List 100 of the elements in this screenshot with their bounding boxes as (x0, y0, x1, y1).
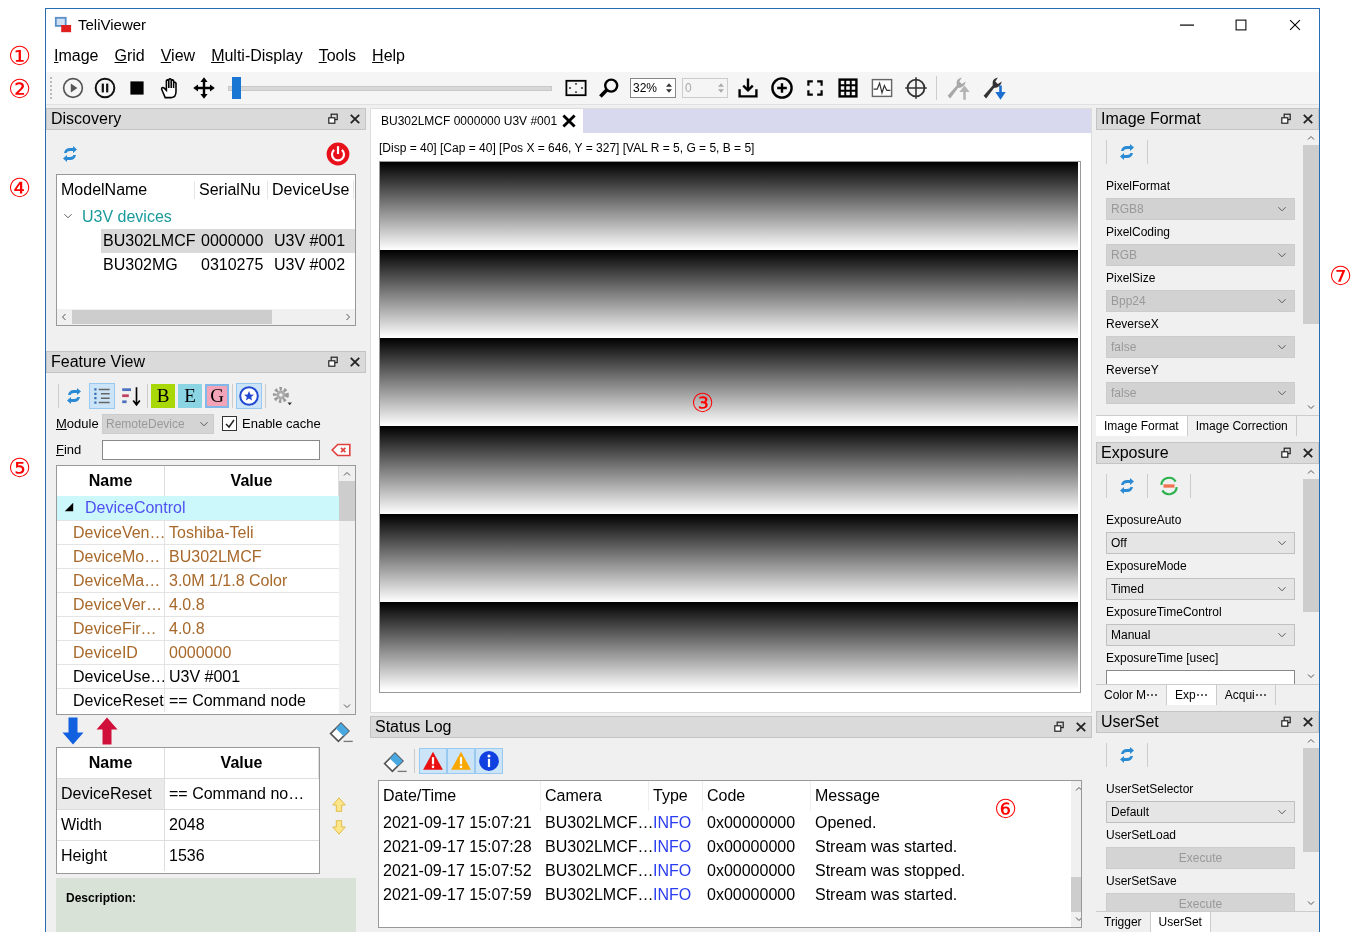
triangle-icon[interactable] (63, 501, 75, 513)
column-header[interactable]: Date/Time (379, 781, 541, 811)
menu-item[interactable]: Grid (114, 47, 145, 65)
scrollbar-thumb[interactable] (1303, 748, 1319, 852)
image-tab[interactable]: BU302LMCF 0000000 U3V #001 (371, 109, 584, 133)
log-row[interactable]: 2021-09-17 15:07:52 BU302LMCF…INFO 0x00000000 Stream was stopped. (379, 859, 1071, 883)
scrollbar[interactable] (339, 466, 355, 714)
slider-thumb[interactable] (232, 77, 241, 99)
menu-item[interactable]: Help (372, 47, 405, 65)
scrollbar-thumb[interactable] (339, 481, 355, 521)
column-header[interactable]: Message (811, 781, 961, 811)
scrollbar-thumb[interactable] (72, 310, 272, 324)
device-row[interactable]: BU302LMCF 0000000 U3V #001 (101, 229, 355, 253)
table-cell-text: INFO (652, 862, 693, 880)
close-button[interactable] (349, 113, 361, 125)
menu-item[interactable]: Multi-Display (211, 47, 303, 65)
scrollbar-thumb[interactable] (1303, 479, 1319, 612)
menu-item[interactable]: View (160, 47, 196, 65)
play-icon[interactable] (62, 77, 84, 99)
column-header[interactable]: ModelName (57, 181, 195, 199)
zoom-in-icon[interactable] (770, 76, 794, 100)
polling-toggle[interactable] (236, 383, 262, 409)
pause-icon[interactable] (94, 77, 116, 99)
float-button[interactable] (1280, 447, 1292, 459)
spin-icon[interactable] (663, 82, 675, 94)
level-toggle[interactable]: E (178, 384, 202, 408)
dropdown[interactable]: Default (1106, 801, 1295, 823)
move-icon[interactable] (192, 76, 216, 100)
panel-tab[interactable]: Trigger (1096, 912, 1151, 932)
feature-row[interactable]: DeviceReset == Command node (57, 688, 339, 712)
level-toggle[interactable]: G (205, 384, 229, 408)
menu-item[interactable]: Tools (318, 47, 357, 65)
close-button[interactable] (1302, 716, 1314, 728)
feature-row[interactable]: DeviceID 0000000 (57, 640, 339, 664)
auto-icon[interactable] (1158, 475, 1180, 497)
device-row[interactable]: BU302MG 0310275 U3V #002 (101, 253, 355, 277)
crosshair-icon[interactable] (904, 76, 928, 100)
close-icon[interactable] (561, 113, 578, 129)
download-icon[interactable] (736, 76, 760, 100)
float-button[interactable] (1280, 113, 1292, 125)
enable-cache-checkbox[interactable]: Enable cache (222, 416, 321, 432)
float-button[interactable] (1053, 721, 1065, 733)
power-icon[interactable] (326, 142, 350, 166)
feature-row[interactable]: DeviceUse… U3V #001 (57, 664, 339, 688)
float-button[interactable] (327, 356, 339, 368)
menu-item[interactable]: Image (54, 47, 99, 65)
grid-icon[interactable] (836, 76, 860, 100)
column-header[interactable]: Code (703, 781, 811, 811)
close-button[interactable] (349, 356, 361, 368)
column-header[interactable]: Type (649, 781, 703, 811)
panel-tab[interactable]: Image Correction (1187, 416, 1297, 436)
watch-row[interactable]: Width 2048 (57, 809, 319, 840)
column-header[interactable]: DeviceUse (268, 181, 354, 199)
table-cell-text: 2021-09-17 15:07:28 (382, 838, 533, 856)
dropdown[interactable]: Manual (1106, 624, 1295, 646)
scrollbar-thumb[interactable] (1303, 145, 1319, 324)
panel-tab[interactable]: Image Format (1096, 416, 1188, 436)
refresh-icon[interactable] (64, 386, 84, 406)
zoom-field[interactable]: 32% (630, 78, 676, 98)
log-filter-toggle[interactable] (475, 748, 503, 774)
refresh-icon[interactable] (1117, 745, 1137, 765)
close-button[interactable] (1075, 721, 1087, 733)
log-row[interactable]: 2021-09-17 15:07:28 BU302LMCF…INFO 0x00000000 Stream was started. (379, 835, 1071, 859)
refresh-icon[interactable] (60, 144, 80, 164)
close-button[interactable] (1302, 113, 1314, 125)
float-button[interactable] (327, 113, 339, 125)
settings-icon[interactable] (271, 385, 293, 407)
level-toggle[interactable]: B (151, 384, 175, 408)
log-filter-toggle[interactable] (419, 748, 447, 774)
watch-row[interactable]: Height 1536 (57, 840, 319, 871)
panel-tab[interactable]: UserSet (1150, 912, 1211, 932)
column-header[interactable]: Name (57, 748, 165, 778)
refresh-icon[interactable] (1117, 476, 1137, 496)
column-header[interactable]: Value (165, 748, 319, 778)
log-filter-toggle[interactable] (447, 748, 475, 774)
float-button[interactable] (1280, 716, 1292, 728)
feature-row[interactable]: DeviceMo… BU302LMCF (57, 544, 339, 568)
feature-row[interactable]: DeviceVer… 4.0.8 (57, 592, 339, 616)
group-label[interactable]: U3V devices (82, 208, 172, 226)
feature-row[interactable]: DeviceFir… 4.0.8 (57, 616, 339, 640)
feature-row[interactable]: DeviceMa… 3.0M 1/1.8 Color (57, 568, 339, 592)
table-cell-text: 0000000 (200, 232, 265, 250)
panel-tab[interactable]: Acqui⋯ (1216, 685, 1276, 705)
find-field[interactable] (102, 439, 320, 460)
feature-row[interactable]: DeviceVen… Toshiba-Teli (57, 520, 339, 544)
panel-tab[interactable]: Exp⋯ (1167, 685, 1217, 705)
waveform-icon[interactable] (870, 76, 894, 100)
dropdown[interactable]: Off (1106, 532, 1295, 554)
close-button[interactable] (1302, 447, 1314, 459)
fullscreen-icon[interactable] (804, 77, 826, 99)
scrollbar[interactable] (57, 309, 355, 325)
category-row[interactable]: DeviceControl (57, 496, 339, 520)
watch-row[interactable]: DeviceReset == Command no… (57, 778, 319, 809)
column-header[interactable]: SerialNu (195, 181, 268, 199)
view-toggle[interactable] (89, 383, 115, 409)
log-row[interactable]: 2021-09-17 15:07:59 BU302LMCF…INFO 0x00000000 Stream was started. (379, 883, 1071, 907)
column-header[interactable]: Camera (541, 781, 649, 811)
refresh-icon[interactable] (1117, 142, 1137, 162)
dropdown[interactable]: Timed (1106, 578, 1295, 600)
table-cell-text: Opened. (814, 814, 878, 832)
